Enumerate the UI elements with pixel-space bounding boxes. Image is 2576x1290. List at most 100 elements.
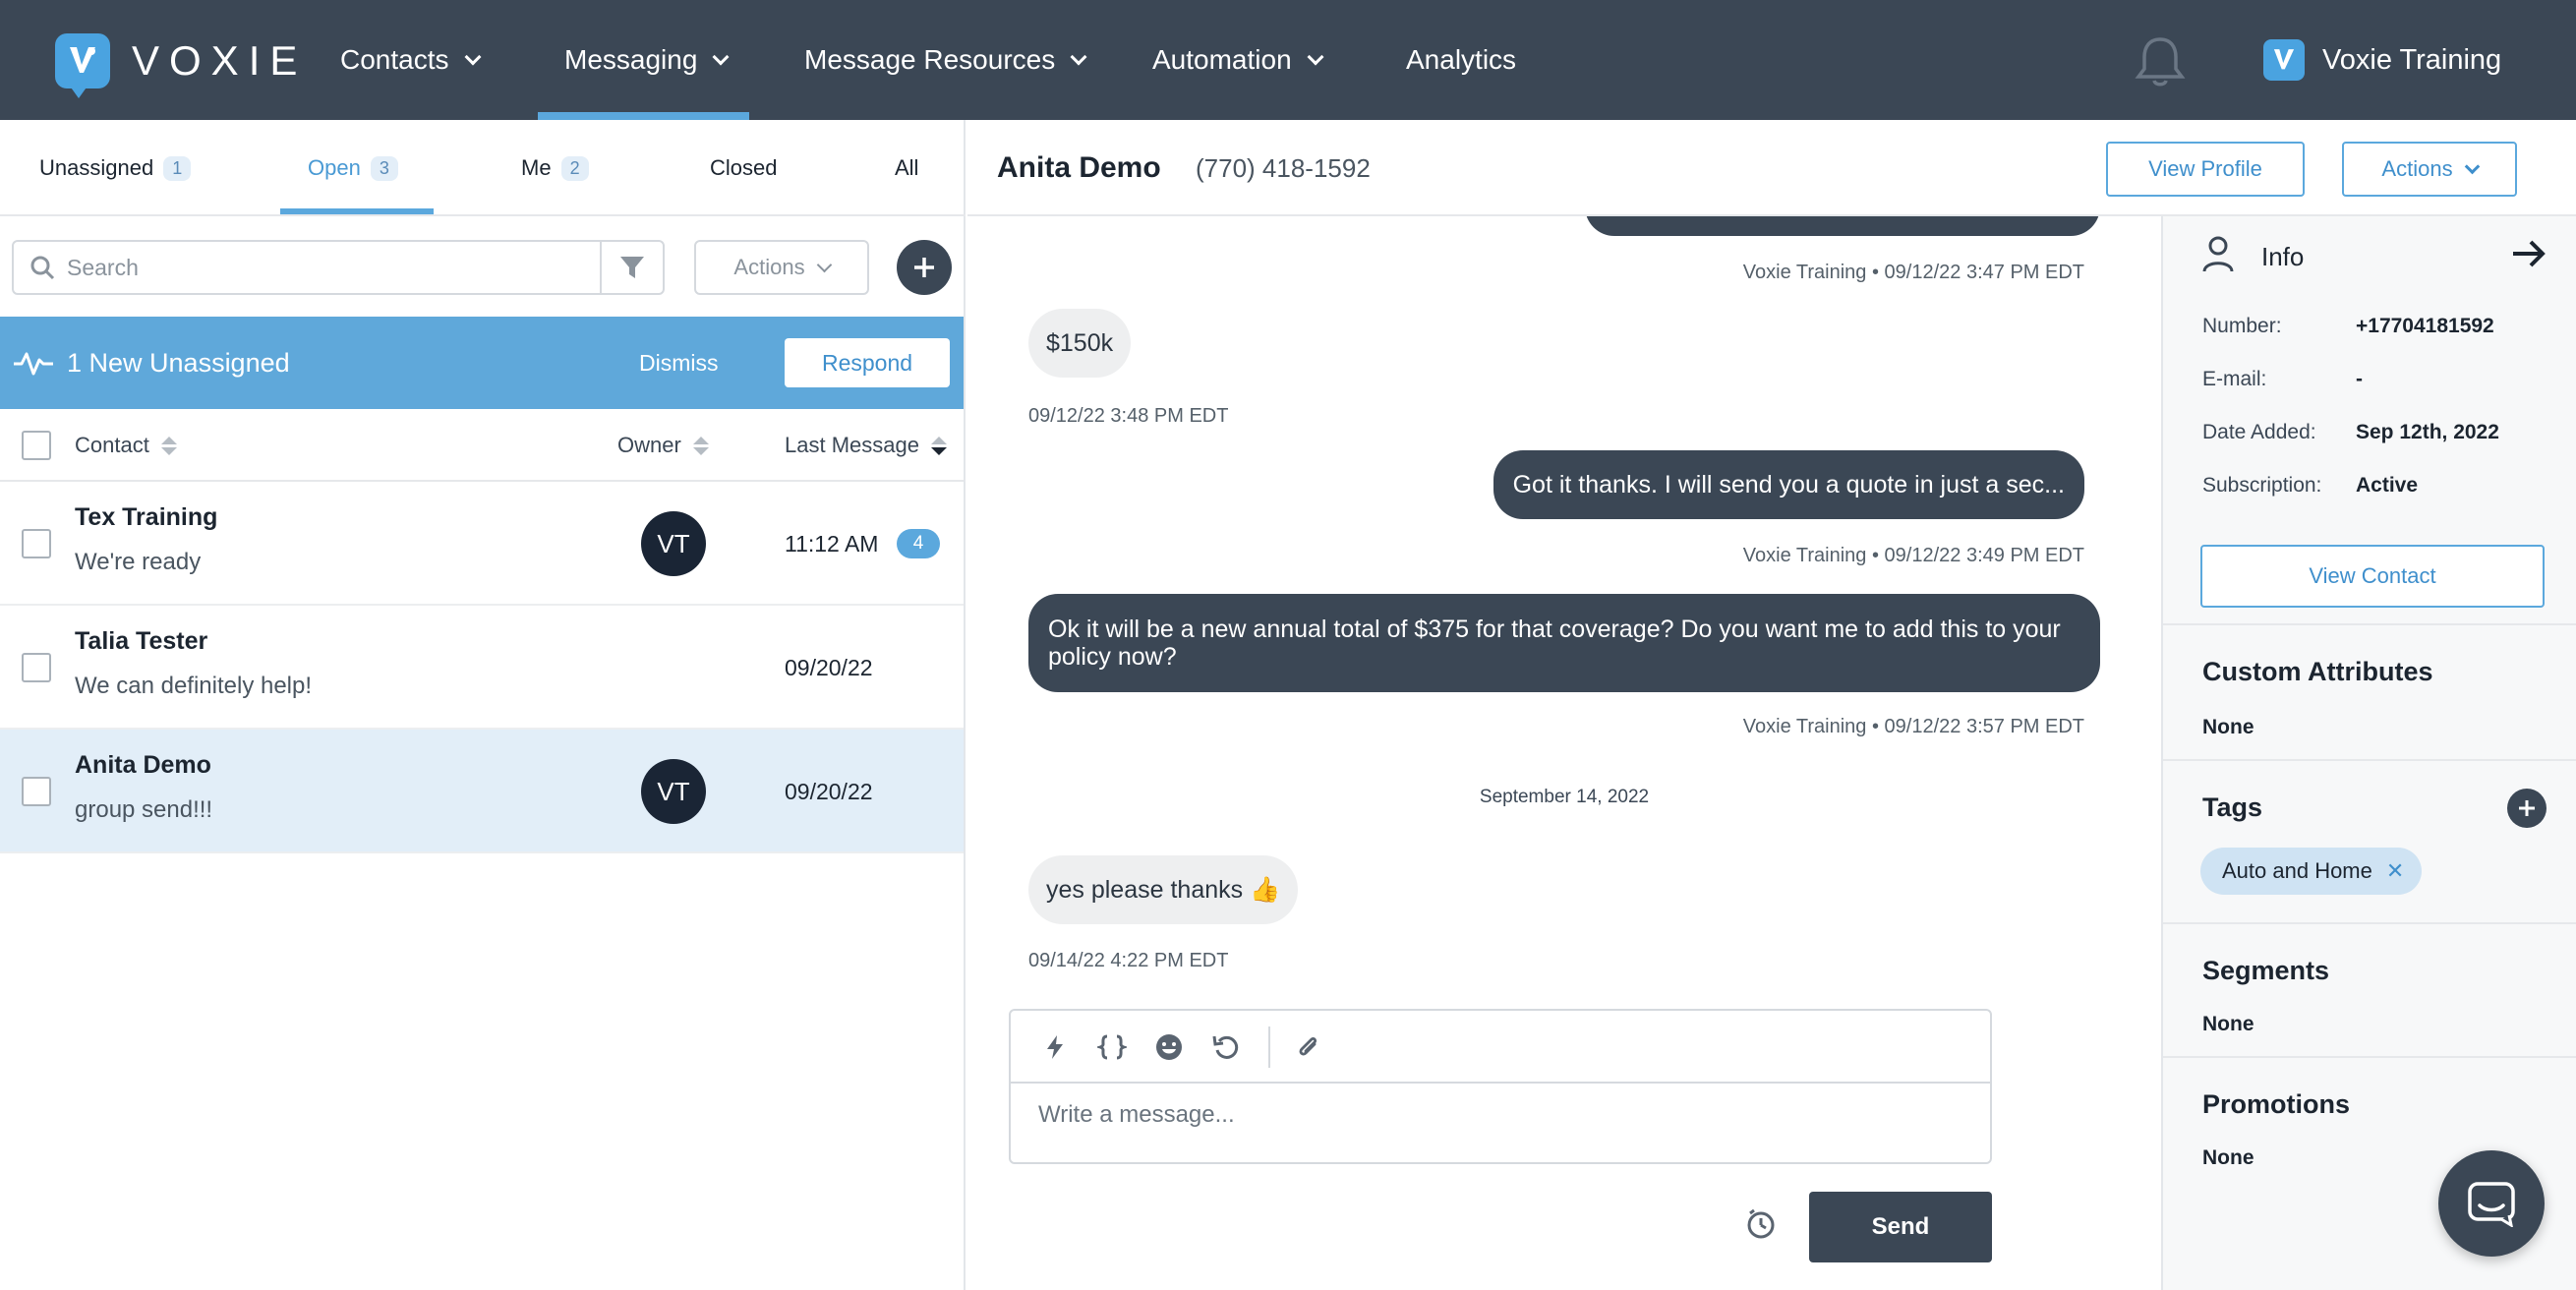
contact-name: Anita Demo [75, 751, 211, 779]
owner-avatar: VT [641, 511, 706, 576]
contact-name: Tex Training [75, 503, 218, 531]
nav-messaging-label: Messaging [564, 44, 698, 75]
divider [2163, 759, 2576, 761]
conversation-row[interactable]: Talia Tester We can definitely help! 09/… [0, 606, 964, 730]
row-checkbox[interactable] [22, 653, 51, 682]
nav-automation[interactable]: Automation [1152, 0, 1324, 120]
message-bubble-incoming: yes please thanks 👍 [1028, 855, 1299, 924]
account-name: Voxie Training [2322, 43, 2502, 76]
date-separator: September 14, 2022 [1479, 787, 1650, 807]
curly-braces-icon[interactable] [1095, 1030, 1129, 1064]
search-input[interactable] [67, 254, 578, 281]
info-title: Info [2261, 241, 2305, 271]
message-input[interactable] [1038, 1101, 1962, 1141]
tab-label: Closed [710, 155, 778, 180]
support-chat-button[interactable] [2438, 1150, 2545, 1257]
contact-info-panel: Info Number: +17704181592 E-mail: - Date… [2161, 216, 2576, 1290]
owner-column-header[interactable]: Owner [617, 409, 709, 482]
tag-label: Auto and Home [2222, 858, 2372, 883]
filter-button[interactable] [600, 242, 663, 293]
tags-title: Tags [2202, 792, 2263, 822]
last-message-time: 11:12 AM [785, 530, 879, 557]
inbox-tabs: Unassigned 1 Open 3 Me 2 Closed All [0, 120, 966, 216]
activity-icon [14, 352, 53, 376]
conversation-row[interactable]: Tex Training We're ready VT 11:12 AM 4 [0, 482, 964, 606]
conversation-row-selected[interactable]: Anita Demo group send!!! VT 09/20/22 [0, 730, 964, 853]
bell-icon[interactable] [2132, 33, 2189, 88]
top-navigation-bar: VOXIE Contacts Messaging Message Resourc… [0, 0, 2576, 120]
message-bubble-outgoing: Got it thanks. I will send you a quote i… [1493, 450, 2084, 519]
subscription-label: Subscription: [2202, 474, 2322, 497]
account-menu[interactable]: Voxie Training [2263, 0, 2519, 120]
collapse-arrow-icon[interactable] [2509, 234, 2548, 273]
nav-messaging[interactable]: Messaging [564, 0, 730, 120]
column-label: Last Message [785, 433, 919, 457]
tab-unassigned[interactable]: Unassigned 1 [39, 120, 192, 216]
composer-toolbar [1011, 1011, 1990, 1084]
logo-text: VOXIE [132, 37, 308, 84]
tab-me[interactable]: Me 2 [521, 120, 589, 216]
conversation-actions-button[interactable]: Actions [2342, 142, 2517, 197]
message-meta: Voxie Training • 09/12/22 3:47 PM EDT [1742, 262, 2084, 283]
divider [2163, 623, 2576, 625]
search-box [12, 240, 665, 295]
tab-all[interactable]: All [895, 120, 918, 216]
message-bubble-incoming: $150k [1028, 309, 1132, 378]
new-conversation-button[interactable] [897, 240, 952, 295]
nav-analytics[interactable]: Analytics [1406, 0, 1516, 120]
toolbar-divider [1268, 1026, 1270, 1068]
send-button[interactable]: Send [1809, 1192, 1992, 1262]
tab-count-badge: 2 [560, 155, 589, 181]
row-checkbox[interactable] [22, 777, 51, 806]
dismiss-button[interactable]: Dismiss [639, 317, 719, 409]
add-tag-button[interactable] [2507, 789, 2547, 828]
table-header: Contact Owner Last Message [0, 409, 964, 482]
conversation-panel: Anita Demo (770) 418-1592 View Profile A… [967, 120, 2576, 1290]
chevron-down-icon [1070, 48, 1087, 66]
row-checkbox[interactable] [22, 529, 51, 558]
message-snippet: We're ready [75, 549, 202, 575]
nav-contacts[interactable]: Contacts [340, 0, 481, 120]
tab-open[interactable]: Open 3 [308, 120, 398, 216]
respond-button[interactable]: Respond [785, 338, 950, 387]
unassigned-banner: 1 New Unassigned Dismiss Respond [0, 317, 964, 409]
remove-tag-icon[interactable]: ✕ [2386, 858, 2404, 884]
paperclip-icon[interactable] [1292, 1030, 1325, 1064]
lightning-icon[interactable] [1038, 1030, 1072, 1064]
tab-label: All [895, 155, 919, 180]
promotions-value: None [2202, 1146, 2254, 1169]
subscription-value: Active [2356, 474, 2419, 497]
list-actions-dropdown[interactable]: Actions [694, 240, 869, 295]
nav-active-indicator [538, 112, 749, 120]
tab-label: Me [521, 155, 552, 180]
message-meta: 09/14/22 4:22 PM EDT [1028, 950, 1229, 971]
schedule-clock-icon[interactable] [1744, 1207, 1778, 1241]
nav-analytics-label: Analytics [1406, 44, 1517, 75]
tag-chip: Auto and Home ✕ [2200, 848, 2423, 895]
date-added-value: Sep 12th, 2022 [2356, 421, 2499, 443]
view-profile-button[interactable]: View Profile [2106, 142, 2305, 197]
email-value: - [2356, 368, 2363, 390]
email-label: E-mail: [2202, 368, 2267, 390]
sort-icon [692, 436, 709, 455]
chevron-down-icon [464, 48, 481, 66]
nav-message-resources[interactable]: Message Resources [804, 0, 1087, 120]
chevron-down-icon [816, 257, 832, 272]
number-label: Number: [2202, 315, 2282, 337]
nav-message-resources-label: Message Resources [804, 44, 1056, 75]
contact-column-header[interactable]: Contact [75, 409, 177, 482]
view-contact-button[interactable]: View Contact [2200, 545, 2545, 608]
voxie-logo[interactable]: VOXIE [55, 33, 308, 98]
column-label: Owner [617, 433, 681, 457]
actions-label: Actions [2381, 156, 2453, 181]
select-all-checkbox[interactable] [22, 431, 51, 460]
message-bubble-outgoing: Ok it will be a new annual total of $375… [1028, 594, 2100, 692]
undo-icon[interactable] [1209, 1030, 1243, 1064]
emoji-icon[interactable] [1152, 1030, 1186, 1064]
message-meta: Voxie Training • 09/12/22 3:49 PM EDT [1742, 545, 2084, 566]
tab-closed[interactable]: Closed [710, 120, 777, 216]
divider [2163, 1056, 2576, 1058]
segments-title: Segments [2202, 956, 2330, 985]
custom-attributes-title: Custom Attributes [2202, 657, 2433, 686]
last-message-column-header[interactable]: Last Message [785, 409, 947, 482]
